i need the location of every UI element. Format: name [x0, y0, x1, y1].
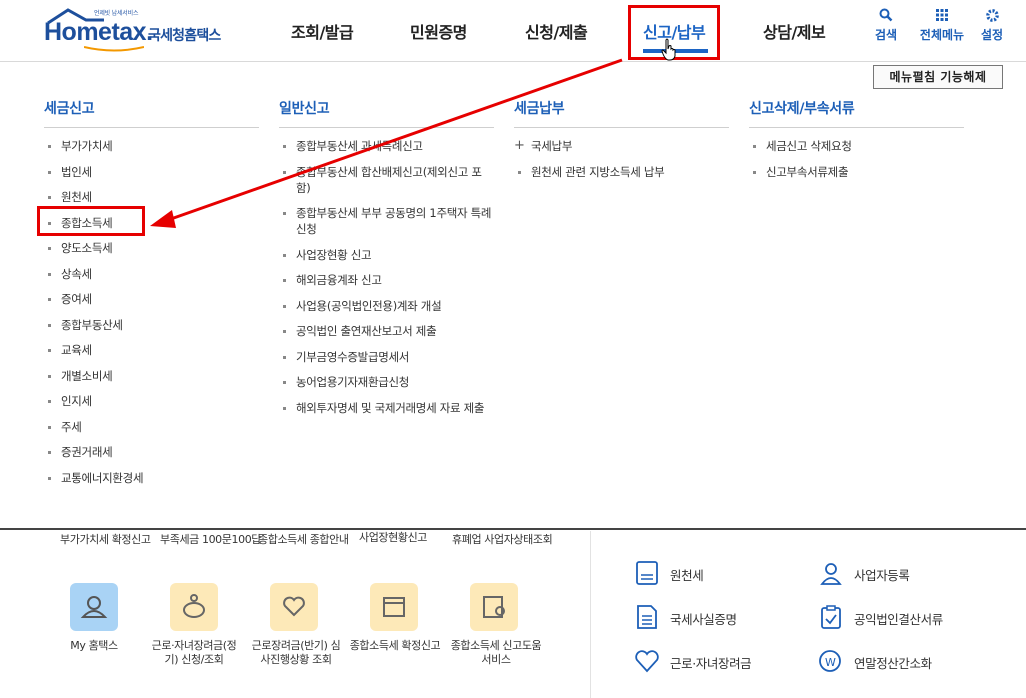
column-title: 세금납부: [514, 98, 729, 128]
top-header: 언제빗 납세서비스 Hometax. 국세청홈택스 조회/발급 민원증명 신청/…: [0, 0, 1026, 62]
top-row-label[interactable]: 휴폐업 사업자상태조회: [452, 533, 553, 547]
menu-item-transport-energy-environment-tax[interactable]: 교통에너지환경세: [44, 470, 259, 486]
quick-service-label[interactable]: My 홈택스: [62, 639, 126, 653]
menu-column-delete-attachments: 신고삭제/부속서류 세금신고 삭제요청 신고부속서류제출: [749, 98, 964, 189]
quick-service-label[interactable]: 종합소득세 확정신고: [347, 639, 443, 653]
menu-item-comprehensive-real-estate-tax[interactable]: 종합부동산세: [44, 317, 259, 333]
menu-item-public-interest-report[interactable]: 공익법인 출연재산보고서 제출: [279, 323, 494, 339]
column-title: 세금신고: [44, 98, 259, 128]
all-menu-button[interactable]: 전체메뉴: [916, 8, 968, 43]
right-link-year-end-settlement[interactable]: 연말정산간소화: [854, 653, 932, 672]
column-title: 일반신고: [279, 98, 494, 128]
menu-item-local-income-tax-payment[interactable]: 원천세 관련 지방소득세 납부: [514, 164, 729, 180]
highlight-box-global-income-tax: [37, 206, 145, 236]
menu-item-inheritance-tax[interactable]: 상속세: [44, 266, 259, 282]
menu-item-business-account-open[interactable]: 사업용(공익법인전용)계좌 개설: [279, 298, 494, 314]
quick-service-label[interactable]: 근로·자녀장려금(정기) 신청/조회: [145, 639, 243, 667]
menu-fold-toggle-button[interactable]: 메뉴펼침 기능해제: [873, 65, 1003, 89]
menu-item-stamp-tax[interactable]: 인지세: [44, 393, 259, 409]
column-title: 신고삭제/부속서류: [749, 98, 964, 128]
menu-item-overseas-investment-statement[interactable]: 해외투자명세 및 국제거래명세 자료 제출: [279, 400, 494, 416]
certificate-document-icon: [637, 605, 657, 629]
settings-button[interactable]: 설정: [972, 8, 1012, 43]
search-button[interactable]: 검색: [866, 8, 906, 43]
logo-korean-name: 국세청홈택스: [148, 28, 221, 44]
withholding-document-icon: [636, 561, 658, 585]
hometax-logo[interactable]: 언제빗 납세서비스 Hometax. 국세청홈택스: [44, 8, 234, 54]
menu-item-crt-joint-ownership[interactable]: 종합부동산세 부부 공동명의 1주택자 특례 신청: [279, 205, 494, 237]
menu-item-vat[interactable]: 부가가치세: [44, 138, 259, 154]
menu-item-attachment-submit[interactable]: 신고부속서류제출: [749, 164, 964, 180]
quick-service-label[interactable]: 종합소득세 신고도움 서비스: [450, 639, 542, 667]
menu-column-general-report: 일반신고 종합부동산세 과세특례신고 종합부동산세 합산배제신고(제외신고 포함…: [279, 98, 494, 425]
right-link-withholding[interactable]: 원천세: [670, 565, 704, 584]
menu-item-securities-transaction-tax[interactable]: 증권거래세: [44, 444, 259, 460]
svg-text:W: W: [825, 656, 836, 669]
menu-item-national-tax-payment[interactable]: 국세납부: [514, 138, 729, 154]
grid-menu-icon: [916, 8, 968, 26]
heart-hand-icon[interactable]: [270, 583, 318, 631]
logo-brand: Hometax.: [44, 18, 153, 46]
all-menu-label: 전체메뉴: [919, 28, 965, 42]
menu-item-gift-tax[interactable]: 증여세: [44, 291, 259, 307]
menu-column-tax-report: 세금신고 부가가치세 법인세 원천세 종합소득세 양도소득세 상속세 증여세 종…: [44, 98, 259, 495]
section-divider: [590, 531, 591, 698]
right-link-tax-fact-cert[interactable]: 국세사실증명: [670, 609, 737, 628]
clipboard-check-icon: [821, 605, 841, 629]
gear-icon: [972, 8, 1012, 26]
menu-item-donation-receipt-statement[interactable]: 기부금영수증발급명세서: [279, 349, 494, 365]
menu-item-crt-exclusion-report[interactable]: 종합부동산세 합산배제신고(제외신고 포함): [279, 164, 494, 196]
right-link-business-register[interactable]: 사업자등록: [854, 565, 910, 584]
nav-apply-submit[interactable]: 신청/제출: [525, 19, 588, 43]
menu-item-overseas-account-report[interactable]: 해외금융계좌 신고: [279, 272, 494, 288]
menu-item-agri-equipment-refund[interactable]: 농어업용기자재환급신청: [279, 374, 494, 390]
calendar-icon[interactable]: [370, 583, 418, 631]
top-row-label[interactable]: 부가가치세 확정신고: [60, 533, 151, 547]
nav-consult-report[interactable]: 상담/제보: [763, 19, 826, 43]
top-row-label[interactable]: 종합소득세 종합안내: [258, 533, 349, 547]
menu-item-corporate-tax[interactable]: 법인세: [44, 164, 259, 180]
user-register-icon: [820, 563, 842, 585]
menu-item-business-status-report[interactable]: 사업장현황 신고: [279, 247, 494, 263]
right-link-work-child-incentive[interactable]: 근로·자녀장려금: [670, 653, 752, 672]
background-page: 부가가치세 확정신고 부족세금 100문100답 종합소득세 종합안내 사업장현…: [0, 531, 1026, 698]
won-coin-icon: W: [819, 650, 841, 672]
heart-leaf-icon: [635, 650, 659, 673]
search-icon: [866, 8, 906, 26]
right-link-public-interest-settlement[interactable]: 공익법인결산서류: [854, 609, 943, 628]
menu-item-special-consumption-tax[interactable]: 개별소비세: [44, 368, 259, 384]
top-row-label[interactable]: 사업장현황신고: [352, 531, 434, 545]
menu-item-withholding-tax[interactable]: 원천세: [44, 189, 259, 205]
nav-inquiry-issue[interactable]: 조회/발급: [291, 19, 354, 43]
menu-item-liquor-tax[interactable]: 주세: [44, 419, 259, 435]
menu-item-education-tax[interactable]: 교육세: [44, 342, 259, 358]
menu-item-crt-special-report[interactable]: 종합부동산세 과세특례신고: [279, 138, 494, 154]
nav-civil-certificate[interactable]: 민원증명: [410, 19, 467, 43]
hand-cursor-icon: [661, 38, 676, 61]
mega-menu-panel: 메뉴펼침 기능해제 세금신고 부가가치세 법인세 원천세 종합소득세 양도소득세…: [0, 62, 1026, 530]
menu-item-report-delete-request[interactable]: 세금신고 삭제요청: [749, 138, 964, 154]
top-row-label[interactable]: 부족세금 100문100답: [160, 533, 261, 547]
search-label: 검색: [874, 28, 898, 42]
logo-swoosh-icon: [84, 46, 144, 52]
my-hometax-icon[interactable]: [70, 583, 118, 631]
piggy-bank-icon[interactable]: [170, 583, 218, 631]
menu-column-tax-payment: 세금납부 국세납부 원천세 관련 지방소득세 납부: [514, 98, 729, 189]
quick-service-label[interactable]: 근로장려금(반기) 심사진행상황 조회: [248, 639, 344, 667]
menu-item-transfer-income-tax[interactable]: 양도소득세: [44, 240, 259, 256]
settings-label: 설정: [980, 28, 1004, 42]
logo-caption: 언제빗 납세서비스: [94, 10, 139, 17]
document-search-icon[interactable]: [470, 583, 518, 631]
